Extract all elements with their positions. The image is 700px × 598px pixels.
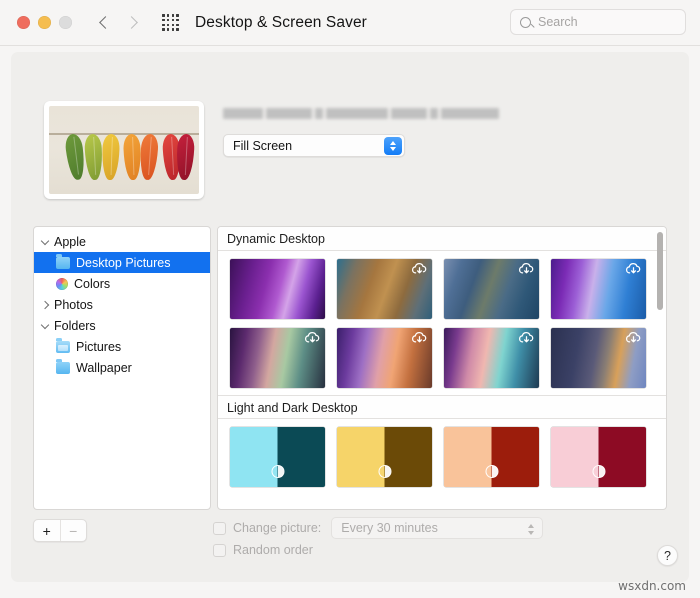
help-button[interactable]: ? <box>657 545 678 566</box>
disclosure-right-icon[interactable] <box>40 299 52 311</box>
window-controls <box>17 16 72 29</box>
icloud-download-icon[interactable] <box>518 262 535 276</box>
light-dark-icon <box>485 465 498 478</box>
remove-folder-button[interactable]: − <box>59 520 87 541</box>
navigation-buttons <box>100 14 138 32</box>
stepper-up-down-icon <box>526 521 535 537</box>
change-picture-row: Change picture: Every 30 minutes <box>213 517 544 539</box>
add-remove-folder-buttons: + − <box>33 519 87 542</box>
sidebar-item-desktop-pictures[interactable]: Desktop Pictures <box>34 252 210 273</box>
icloud-download-icon[interactable] <box>625 331 642 345</box>
icloud-download-icon[interactable] <box>518 331 535 345</box>
back-button[interactable] <box>100 14 111 32</box>
minimize-button[interactable] <box>38 16 51 29</box>
icloud-download-icon[interactable] <box>304 331 321 345</box>
thumbnail-row <box>218 419 666 494</box>
wallpaper-big-sur-dunes[interactable] <box>337 328 432 388</box>
wallpaper-solar-gradients[interactable] <box>551 328 646 388</box>
current-wallpaper-row: Fill Screen <box>44 101 499 199</box>
sidebar-item-label: Desktop Pictures <box>76 255 171 270</box>
folder-pictures-icon <box>56 337 70 353</box>
wallpaper-catalina-coast[interactable] <box>337 259 432 319</box>
icloud-download-icon[interactable] <box>411 262 428 276</box>
wallpaper-big-sur-canyon[interactable] <box>230 328 325 388</box>
wallpaper-big-sur-graphic[interactable] <box>551 259 646 319</box>
light-dark-icon <box>592 465 605 478</box>
gallery-scrollbar[interactable] <box>656 230 664 508</box>
section-header-light-and-dark-desktop: Light and Dark Desktop <box>218 395 666 419</box>
watermark: wsxdn.com <box>618 579 686 593</box>
stepper-up-down-icon <box>383 137 402 155</box>
preferences-card: Fill Screen Apple Desktop Pictures Color… <box>11 52 689 582</box>
random-order-row: Random order <box>213 539 543 561</box>
wallpaper-catalina-island[interactable] <box>444 259 539 319</box>
scale-popup-button[interactable]: Fill Screen <box>223 134 405 157</box>
search-icon <box>520 16 531 28</box>
change-picture-label: Change picture: <box>233 521 322 535</box>
wallpaper-gallery[interactable]: Dynamic Desktop Light and Dark Desktop <box>217 226 667 510</box>
disclosure-down-icon[interactable] <box>40 320 52 332</box>
add-folder-button[interactable]: + <box>34 520 60 541</box>
wallpaper-imac-orange[interactable] <box>444 427 539 487</box>
sidebar-item-folders[interactable]: Folders <box>34 315 210 336</box>
random-order-checkbox[interactable] <box>213 543 226 557</box>
color-wheel-icon <box>56 277 68 290</box>
sidebar-item-apple[interactable]: Apple <box>34 231 210 252</box>
folder-icon <box>56 358 70 374</box>
thumbnail-row <box>218 326 666 395</box>
light-dark-icon <box>378 465 391 478</box>
wallpaper-thumbnail-image <box>49 106 199 194</box>
show-all-grid-icon[interactable] <box>162 14 179 31</box>
wallpaper-monterey-purple[interactable] <box>230 259 325 319</box>
sidebar-item-wallpaper[interactable]: Wallpaper <box>34 357 210 378</box>
folder-icon <box>56 253 70 269</box>
sidebar-item-pictures[interactable]: Pictures <box>34 336 210 357</box>
icloud-download-icon[interactable] <box>625 262 642 276</box>
change-interval-value: Every 30 minutes <box>341 521 438 535</box>
sidebar-item-label: Photos <box>54 297 93 312</box>
disclosure-down-icon[interactable] <box>40 236 52 248</box>
wallpaper-big-sur-shore[interactable] <box>444 328 539 388</box>
wallpaper-meta: Fill Screen <box>223 101 499 157</box>
sidebar-item-photos[interactable]: Photos <box>34 294 210 315</box>
search-field[interactable]: Search <box>510 9 686 35</box>
sidebar-item-label: Colors <box>74 276 111 291</box>
sidebar-item-colors[interactable]: Colors <box>34 273 210 294</box>
source-list[interactable]: Apple Desktop Pictures Colors Photos Fol… <box>33 226 211 510</box>
system-preferences-window: Desktop & Screen Saver Search Desktop Sc… <box>0 0 700 598</box>
wallpaper-imac-pink[interactable] <box>551 427 646 487</box>
change-interval-popup[interactable]: Every 30 minutes <box>331 517 544 539</box>
wallpaper-imac-yellow[interactable] <box>337 427 432 487</box>
search-placeholder: Search <box>538 15 578 29</box>
wallpaper-imac-blue[interactable] <box>230 427 325 487</box>
icloud-download-icon[interactable] <box>411 331 428 345</box>
current-wallpaper-preview[interactable] <box>44 101 204 199</box>
scale-popup-value: Fill Screen <box>233 138 293 153</box>
page-title: Desktop & Screen Saver <box>195 13 367 31</box>
scrollbar-thumb[interactable] <box>657 232 663 310</box>
change-picture-checkbox[interactable] <box>213 521 226 535</box>
sidebar-item-label: Apple <box>54 234 86 249</box>
random-order-label: Random order <box>233 543 313 557</box>
sidebar-item-label: Pictures <box>76 339 122 354</box>
sidebar-item-label: Folders <box>54 318 96 333</box>
footer-controls: Change picture: Every 30 minutes Random … <box>213 517 544 561</box>
sidebar-item-label: Wallpaper <box>76 360 132 375</box>
thumbnail-row <box>218 251 666 326</box>
zoom-button[interactable] <box>59 16 72 29</box>
light-dark-icon <box>271 465 284 478</box>
close-button[interactable] <box>17 16 30 29</box>
titlebar: Desktop & Screen Saver Search <box>0 0 700 46</box>
section-header-dynamic-desktop: Dynamic Desktop <box>218 227 666 251</box>
wallpaper-name-redacted <box>223 105 499 122</box>
forward-button[interactable] <box>127 14 138 32</box>
